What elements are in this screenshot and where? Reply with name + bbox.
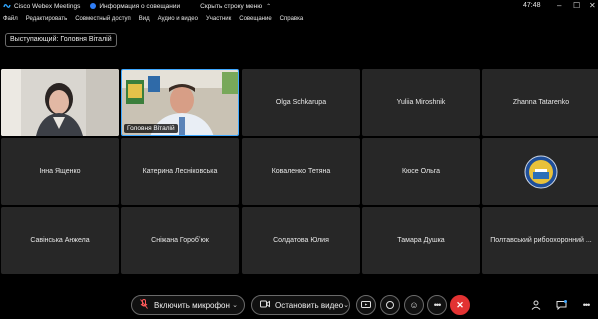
chat-icon: [556, 300, 567, 310]
menu-item-audio-video[interactable]: Аудио и видео: [158, 16, 198, 22]
participant-tile[interactable]: Інна Ященко: [1, 138, 119, 205]
more-icon: •••: [582, 300, 591, 310]
participant-name: Полтавський рибоохоронний ...: [490, 237, 592, 244]
meeting-info-button[interactable]: Информация о совещании: [99, 3, 180, 10]
minimize-icon[interactable]: –: [557, 1, 561, 11]
participant-tile-logo[interactable]: [482, 138, 598, 205]
video-camera-icon: [260, 300, 270, 310]
share-content-button[interactable]: [356, 295, 376, 315]
unmute-label: Включить микрофон: [154, 300, 230, 310]
menu-item-file[interactable]: Файл: [3, 16, 18, 22]
participant-tile[interactable]: Катерина Лесніковська: [121, 138, 239, 205]
microphone-muted-icon: [140, 299, 148, 311]
chevron-up-icon[interactable]: ⌃: [266, 3, 271, 10]
unmute-button[interactable]: Включить микрофон ⌄: [131, 295, 245, 315]
participant-name-tag: Головня Віталій: [124, 124, 178, 133]
participant-tile[interactable]: Солдатова Юлия: [242, 207, 360, 274]
participant-name: Тамара Душка: [397, 237, 445, 244]
participant-tile[interactable]: Савінська Анжела: [1, 207, 119, 274]
share-screen-icon: [361, 301, 371, 308]
close-icon: ✕: [456, 299, 464, 310]
participant-tile[interactable]: Olga Schkarupa: [242, 69, 360, 136]
menu-item-view[interactable]: Вид: [139, 16, 150, 22]
participant-tile-video-1[interactable]: [1, 69, 119, 136]
menu-item-edit[interactable]: Редактировать: [26, 16, 67, 22]
participant-name: Солдатова Юлия: [273, 237, 329, 244]
stop-video-label: Остановить видео: [275, 300, 344, 310]
organization-logo-avatar: [524, 155, 558, 188]
participant-name: Сніжана Горобʼюк: [151, 237, 209, 244]
stop-video-button[interactable]: Остановить видео ⌄: [251, 295, 350, 315]
menu-item-help[interactable]: Справка: [280, 16, 304, 22]
chevron-down-icon[interactable]: ⌄: [232, 301, 238, 309]
menu-item-participant[interactable]: Участник: [206, 16, 231, 22]
chevron-down-icon[interactable]: ⌄: [343, 301, 349, 309]
participant-name: Кюсе Ольга: [401, 168, 441, 175]
participant-name: Zhanna Tatarenko: [512, 99, 570, 106]
more-options-button[interactable]: •••: [427, 295, 447, 315]
recording-button[interactable]: [380, 295, 400, 315]
active-speaker-label: Выступающий: Головня Віталій: [5, 33, 117, 47]
menu-item-share[interactable]: Совместный доступ: [75, 16, 131, 22]
participants-icon: [531, 300, 541, 310]
participant-name: Інна Ященко: [39, 168, 81, 175]
participant-video-feed: [1, 69, 119, 136]
hide-menu-button[interactable]: Скрыть строку меню: [200, 3, 262, 10]
meeting-timer: 47:48: [523, 2, 541, 9]
leave-meeting-button[interactable]: ✕: [450, 295, 470, 315]
reactions-button[interactable]: ☺: [404, 295, 424, 315]
participant-tile[interactable]: Тамара Душка: [362, 207, 480, 274]
participant-tile[interactable]: Полтавський рибоохоронний ...: [482, 207, 598, 274]
participant-tile[interactable]: Сніжана Горобʼюк: [121, 207, 239, 274]
participant-name: Olga Schkarupa: [275, 99, 327, 106]
participant-name: Савінська Анжела: [30, 237, 90, 244]
participant-name: Катерина Лесніковська: [142, 168, 218, 175]
participant-tile[interactable]: Коваленко Тетяна: [242, 138, 360, 205]
smiley-icon: ☺: [409, 300, 419, 310]
participants-panel-button[interactable]: [526, 295, 546, 315]
more-panels-button[interactable]: •••: [576, 295, 596, 315]
participant-name: Коваленко Тетяна: [271, 168, 331, 175]
participant-tile[interactable]: Zhanna Tatarenko: [482, 69, 598, 136]
menu-item-meeting[interactable]: Совещание: [239, 16, 271, 22]
record-icon: [386, 301, 394, 309]
close-icon[interactable]: ✕: [589, 1, 596, 11]
app-title: Cisco Webex Meetings: [14, 2, 81, 10]
chat-panel-button[interactable]: [551, 295, 571, 315]
menu-bar: Файл Редактировать Совместный доступ Вид…: [0, 13, 598, 25]
participant-tile-active-speaker[interactable]: Головня Віталій: [121, 69, 239, 136]
more-icon: •••: [433, 300, 442, 310]
meeting-info-icon[interactable]: [90, 3, 97, 9]
maximize-icon[interactable]: ☐: [573, 1, 580, 11]
meeting-controls: Включить микрофон ⌄ Остановить видео ⌄ ☺…: [0, 292, 598, 319]
participant-name: Yuliia Miroshnik: [396, 99, 446, 106]
participant-tile[interactable]: Yuliia Miroshnik: [362, 69, 480, 136]
title-bar: Cisco Webex Meetings Информация о совеща…: [0, 0, 598, 12]
participant-tile[interactable]: Кюсе Ольга: [362, 138, 480, 205]
webex-logo-icon: [3, 2, 11, 10]
